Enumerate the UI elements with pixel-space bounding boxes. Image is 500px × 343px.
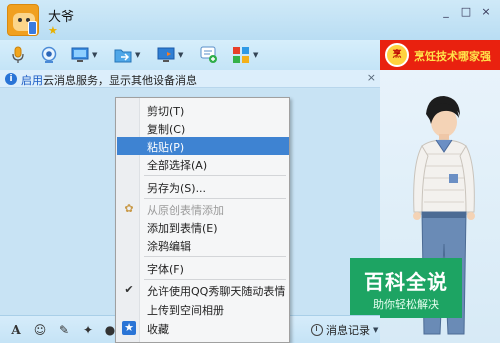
- shake-icon[interactable]: ✦: [80, 322, 96, 338]
- chevron-down-icon[interactable]: ▼: [253, 51, 258, 59]
- cooking-logo-icon: 烹: [385, 43, 409, 67]
- original-emoji-icon: ✿: [124, 202, 134, 215]
- menu-separator: [144, 256, 286, 257]
- menu-separator: [144, 175, 286, 176]
- menu-separator: [144, 279, 286, 280]
- menu-item-label: 收藏: [147, 323, 169, 336]
- chevron-down-icon[interactable]: ▼: [92, 51, 97, 59]
- menu-item-label: 从原创表情添加: [147, 204, 224, 217]
- microphone-icon: [12, 46, 24, 63]
- apps-grid-icon: [233, 47, 249, 63]
- chevron-down-icon[interactable]: ▼: [135, 51, 140, 59]
- menu-item-label: 允许使用QQ秀聊天随动表情: [147, 285, 286, 298]
- favorite-star-icon: ★: [122, 321, 136, 335]
- folder-arrow-icon: [114, 49, 132, 63]
- menu-item-label: 粘贴(P): [147, 141, 185, 154]
- menu-item-add-from-original: ✿ 从原创表情添加: [117, 200, 289, 218]
- star-icon: ★: [48, 24, 58, 37]
- baike-watermark: 百科全说 助你轻松解决: [350, 258, 462, 318]
- context-menu: 剪切(T) 复制(C) 粘贴(P) 全部选择(A) 另存为(S)... ✿ 从原…: [115, 97, 290, 343]
- screen-share-button[interactable]: ▼: [157, 45, 183, 65]
- menu-item-label: 上传到空间相册: [147, 304, 224, 317]
- menu-item-upload-album[interactable]: 上传到空间相册: [117, 300, 289, 318]
- create-discussion-button[interactable]: [200, 45, 218, 65]
- menu-item-allow-qq-show[interactable]: ✔ 允许使用QQ秀聊天随动表情: [117, 281, 289, 299]
- menu-item-copy[interactable]: 复制(C): [117, 119, 289, 137]
- menu-separator: [144, 198, 286, 199]
- info-close-button[interactable]: ×: [367, 71, 376, 84]
- info-bar: i 启用云消息服务，显示其他设备消息 ×: [0, 70, 380, 88]
- menu-item-favorite[interactable]: ★ 收藏: [117, 319, 289, 337]
- menu-item-label: 字体(F): [147, 263, 184, 276]
- voice-call-button[interactable]: [9, 45, 27, 65]
- menu-item-label: 另存为(S)...: [147, 182, 207, 195]
- menu-item-font[interactable]: 字体(F): [117, 259, 289, 277]
- webcam-icon: [41, 46, 57, 63]
- watermark-subtitle: 助你轻松解决: [373, 298, 439, 311]
- menu-item-save-as[interactable]: 另存为(S)...: [117, 178, 289, 196]
- info-icon: i: [5, 73, 17, 85]
- enable-cloud-link[interactable]: 启用: [21, 74, 43, 87]
- contact-avatar[interactable]: [7, 4, 39, 36]
- menu-item-paste[interactable]: 粘贴(P): [117, 137, 289, 155]
- chevron-down-icon: ▼: [373, 326, 379, 334]
- mobile-online-icon: [28, 21, 37, 35]
- emoji-icon[interactable]: ☺: [32, 322, 48, 338]
- remote-desktop-button[interactable]: ▼: [71, 45, 97, 65]
- watermark-title: 百科全说: [364, 270, 448, 294]
- title-bar: 大爷 ★ _ □ ×: [0, 0, 500, 40]
- clock-icon: [311, 324, 323, 336]
- menu-item-label: 全部选择(A): [147, 159, 208, 172]
- menu-item-add-to-emoji[interactable]: 添加到表情(E): [117, 218, 289, 236]
- history-label: 消息记录: [326, 324, 370, 337]
- ad-banner[interactable]: 烹 烹饪技术哪家强: [380, 40, 500, 70]
- checkmark-icon: ✔: [124, 283, 134, 296]
- menu-item-doodle-edit[interactable]: 涂鸦编辑: [117, 236, 289, 254]
- menu-item-label: 涂鸦编辑: [147, 240, 191, 253]
- screen-share-icon: [157, 47, 175, 62]
- magic-wand-icon[interactable]: ✎: [56, 322, 72, 338]
- maximize-button[interactable]: □: [458, 5, 474, 19]
- info-message: 启用云消息服务，显示其他设备消息: [21, 72, 197, 88]
- chat-add-icon: [200, 46, 217, 63]
- info-message-text: 云消息服务，显示其他设备消息: [43, 74, 197, 87]
- minimize-button[interactable]: _: [438, 5, 454, 19]
- menu-item-cut[interactable]: 剪切(T): [117, 101, 289, 119]
- menu-item-label: 添加到表情(E): [147, 222, 218, 235]
- video-call-button[interactable]: [40, 45, 58, 65]
- menu-item-select-all[interactable]: 全部选择(A): [117, 155, 289, 173]
- ad-text: 烹饪技术哪家强: [414, 50, 491, 63]
- chevron-down-icon[interactable]: ▼: [178, 51, 183, 59]
- monitor-icon: [71, 47, 89, 62]
- font-icon[interactable]: A: [8, 322, 24, 338]
- close-button[interactable]: ×: [478, 5, 494, 19]
- message-history-button[interactable]: 消息记录 ▼: [311, 322, 378, 338]
- window-controls: _ □ ×: [438, 5, 494, 19]
- menu-item-label: 复制(C): [147, 123, 186, 136]
- send-file-button[interactable]: ▼: [114, 45, 140, 65]
- menu-item-label: 剪切(T): [147, 105, 185, 118]
- apps-button[interactable]: ▼: [232, 45, 258, 65]
- contact-name[interactable]: 大爷: [48, 6, 74, 25]
